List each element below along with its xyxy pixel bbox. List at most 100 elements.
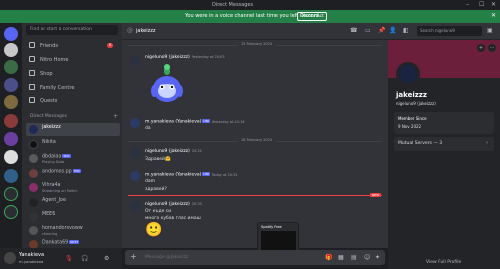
friends-badge: 6 bbox=[107, 43, 113, 48]
chat-header: @ jakeizzz ☎ ▭ 📌 bbox=[122, 23, 388, 40]
inbox-icon[interactable]: ▣ bbox=[487, 27, 493, 34]
message-text: da bbox=[145, 126, 151, 131]
profile-avatar[interactable] bbox=[396, 62, 420, 86]
voice-notice-bar: You were in a voice channel last time yo… bbox=[0, 10, 500, 23]
mute-icon[interactable]: 🎙 bbox=[65, 255, 73, 262]
nav-friends[interactable]: Friends 6 bbox=[27, 41, 119, 51]
avatar[interactable] bbox=[130, 56, 140, 66]
maximize-icon[interactable]: ☐ bbox=[479, 1, 484, 8]
server-icon[interactable] bbox=[4, 132, 18, 146]
search-input[interactable]: Search nigeluno9 bbox=[417, 26, 482, 36]
message-author: nigeluno9 (jakeizzz) Yesterday at 20:03 bbox=[145, 55, 225, 60]
nav-shop[interactable]: Shop bbox=[27, 69, 119, 79]
discover-icon[interactable] bbox=[4, 205, 18, 219]
nitro-icon bbox=[29, 56, 35, 62]
view-full-profile-link[interactable]: View Full Profile bbox=[426, 260, 461, 265]
nav-nitro[interactable]: Nitro Home bbox=[27, 55, 119, 65]
search-input[interactable]: Find or start a conversation bbox=[26, 25, 118, 35]
profile-username: nigeluno9 (jakeizzz) bbox=[396, 101, 436, 106]
server-icon[interactable] bbox=[4, 78, 18, 92]
gif-icon[interactable]: ▦ bbox=[338, 254, 344, 261]
dm-item[interactable]: andomos.pp TDC bbox=[26, 167, 120, 180]
dm-item[interactable]: Vihra4a Streaming on Twitch bbox=[26, 181, 120, 194]
add-server-icon[interactable] bbox=[4, 187, 18, 201]
avatar[interactable] bbox=[130, 148, 140, 158]
avatar bbox=[29, 198, 38, 207]
home-icon[interactable] bbox=[4, 27, 18, 41]
deafen-icon[interactable]: 🎧 bbox=[81, 255, 88, 262]
message-author: nigeluno9 (jakeizzz) 20:35 bbox=[145, 202, 202, 207]
server-icon[interactable] bbox=[4, 169, 18, 183]
dm-item[interactable]: Agent_Joe bbox=[26, 196, 120, 209]
dm-item[interactable]: jakeizzz bbox=[26, 123, 120, 136]
dm-item[interactable]: dbdalaa TDC Playing Dota bbox=[26, 152, 120, 165]
friends-icon bbox=[29, 42, 35, 48]
profile-panel: + ⋯ jakeizzz nigeluno9 (jakeizzz) Member… bbox=[388, 40, 500, 269]
message-author: m.yanakieva (Yanakieva) UNI Today at 20:31 bbox=[145, 172, 238, 178]
spotify-title: Spotify Free bbox=[261, 225, 282, 229]
avatar[interactable] bbox=[4, 252, 16, 264]
dm-item[interactable]: Nikita bbox=[26, 138, 120, 151]
quests-icon bbox=[29, 97, 35, 103]
at-icon: @ bbox=[127, 27, 133, 34]
nav-quests[interactable]: Quests bbox=[27, 96, 119, 106]
server-icon[interactable] bbox=[4, 43, 18, 57]
message-text: Здравей🤗 bbox=[145, 157, 171, 162]
pin-icon[interactable]: 📌 bbox=[378, 27, 385, 34]
new-badge: NEW bbox=[370, 193, 382, 197]
avatar bbox=[29, 169, 38, 178]
chat-header-right: 👤 ◧ Search nigeluno9 ▣ bbox=[388, 23, 500, 40]
shop-icon bbox=[29, 70, 35, 76]
dm-item[interactable]: MEE6 bbox=[26, 210, 120, 223]
composer-placeholder: Message @jakeizzz bbox=[145, 255, 189, 260]
server-icon[interactable] bbox=[4, 95, 18, 109]
settings-icon[interactable]: ⚙ bbox=[104, 255, 109, 262]
mutual-servers-button[interactable]: Mutual Servers — 3 › bbox=[394, 137, 494, 151]
user-panel: Yanakieva m.yanakieva 🎙 🎧 ⚙ bbox=[0, 248, 122, 269]
avatar bbox=[29, 154, 38, 163]
date-divider: 15 February 2024 bbox=[128, 42, 382, 46]
server-icon[interactable] bbox=[4, 114, 18, 128]
create-dm-icon[interactable]: + bbox=[113, 113, 118, 120]
more-icon[interactable]: ⋯ bbox=[488, 44, 496, 52]
video-icon[interactable]: ▭ bbox=[365, 27, 371, 34]
add-friend-icon[interactable]: + bbox=[477, 44, 485, 52]
emoji: 🙂 bbox=[145, 222, 163, 238]
user-name: Yanakieva bbox=[19, 252, 45, 258]
profile-toggle-icon[interactable]: ◧ bbox=[403, 27, 409, 34]
chevron-right-icon: › bbox=[486, 140, 488, 146]
reconnect-button[interactable]: Reconnect bbox=[297, 12, 327, 21]
sticker-image bbox=[151, 64, 183, 102]
message-text: От къде си bbox=[145, 209, 172, 214]
profile-name: jakeizzz bbox=[396, 91, 427, 99]
user-handle: m.yanakieva bbox=[19, 259, 44, 264]
call-icon[interactable]: ☎ bbox=[350, 27, 357, 34]
avatar[interactable] bbox=[130, 201, 140, 211]
avatar bbox=[29, 212, 38, 221]
window-title: Direct Messages bbox=[212, 2, 254, 8]
emoji-icon[interactable]: ☺ bbox=[364, 254, 370, 261]
message-text: много кубав глас имаш bbox=[145, 216, 201, 221]
new-messages-divider bbox=[128, 195, 382, 196]
message-composer[interactable]: + Message @jakeizzz 🎁 ▦ ▤ ☺ ✦ bbox=[125, 250, 385, 265]
add-friend-icon[interactable]: 👤 bbox=[389, 27, 396, 34]
avatar[interactable] bbox=[130, 171, 140, 181]
nav-family[interactable]: Family Centre bbox=[27, 83, 119, 93]
title-bar: Direct Messages – ☐ ✕ bbox=[0, 0, 500, 10]
close-icon[interactable]: ✕ bbox=[491, 1, 496, 8]
close-notice-icon[interactable]: ✕ bbox=[491, 12, 496, 19]
minimize-icon[interactable]: – bbox=[466, 1, 469, 8]
avatar bbox=[29, 125, 38, 134]
server-icon[interactable] bbox=[4, 60, 18, 74]
avatar bbox=[29, 183, 38, 192]
date-divider: 18 February 2024 bbox=[128, 138, 382, 142]
gift-icon[interactable]: 🎁 bbox=[325, 254, 332, 261]
avatar[interactable] bbox=[130, 118, 140, 128]
dm-item[interactable]: homandorsvoww cheering bbox=[26, 224, 120, 237]
add-attachment-icon[interactable]: + bbox=[130, 252, 137, 261]
server-icon[interactable] bbox=[4, 150, 18, 164]
family-icon bbox=[29, 84, 35, 90]
sticker-icon[interactable]: ▤ bbox=[351, 254, 357, 261]
apps-icon[interactable]: ✦ bbox=[375, 254, 380, 261]
avatar bbox=[29, 140, 38, 149]
